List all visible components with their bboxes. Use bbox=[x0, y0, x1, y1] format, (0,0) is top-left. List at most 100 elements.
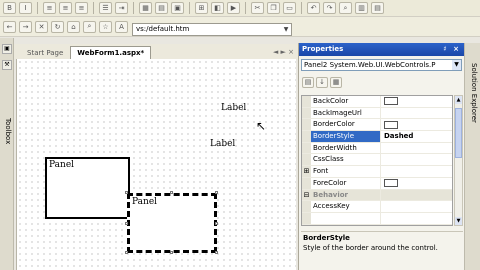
toolbar-separator bbox=[93, 2, 94, 14]
resize-handle[interactable] bbox=[170, 191, 173, 194]
properties-window-controls[interactable]: ♯ × bbox=[443, 43, 464, 56]
toolbar-separator bbox=[37, 2, 38, 14]
tab-webform1[interactable]: WebForm1.aspx* bbox=[70, 46, 152, 59]
forward-arrow-icon[interactable]: → bbox=[19, 20, 32, 33]
property-value[interactable] bbox=[381, 119, 452, 130]
alphabetical-icon[interactable]: ↓ bbox=[316, 76, 328, 88]
scroll-thumb[interactable] bbox=[455, 108, 462, 158]
property-row-font[interactable]: ⊞ Font bbox=[302, 166, 452, 178]
chevron-down-icon[interactable]: ▼ bbox=[452, 60, 461, 70]
italic-icon[interactable]: I bbox=[19, 2, 32, 14]
find-icon[interactable]: ⌕ bbox=[339, 2, 352, 14]
properties-title-bar[interactable]: Properties ♯ × bbox=[299, 43, 464, 56]
toolbox-label[interactable]: Toolbox bbox=[4, 118, 12, 144]
resize-handle[interactable] bbox=[125, 251, 128, 254]
scroll-down-icon[interactable]: ▼ bbox=[455, 217, 462, 225]
row-gutter bbox=[302, 201, 311, 212]
property-name: BackColor bbox=[311, 96, 381, 107]
description-title: BorderStyle bbox=[303, 234, 350, 242]
toolbox-strip[interactable]: ▣ ⚒ Toolbox bbox=[0, 38, 14, 270]
grid-icon[interactable]: ▤ bbox=[155, 2, 168, 14]
solution-icon[interactable]: ▤ bbox=[371, 2, 384, 14]
property-pages-icon[interactable]: ▦ bbox=[330, 76, 342, 88]
font-icon[interactable]: A bbox=[115, 20, 128, 33]
properties-icon[interactable]: ▥ bbox=[355, 2, 368, 14]
align-left-icon[interactable]: ≡ bbox=[43, 2, 56, 14]
table-icon[interactable]: ▦ bbox=[139, 2, 152, 14]
resize-handle[interactable] bbox=[170, 251, 173, 254]
indent-icon[interactable]: ⇥ bbox=[115, 2, 128, 14]
property-value[interactable] bbox=[381, 108, 452, 119]
align-center-icon[interactable]: ≡ bbox=[59, 2, 72, 14]
copy-icon[interactable]: ❐ bbox=[267, 2, 280, 14]
property-row-backcolor[interactable]: BackColor bbox=[302, 96, 452, 108]
redo-icon[interactable]: ↷ bbox=[323, 2, 336, 14]
property-row-empty[interactable] bbox=[302, 212, 452, 225]
property-row-accesskey[interactable]: AccessKey bbox=[302, 201, 452, 213]
property-value[interactable] bbox=[381, 213, 452, 224]
property-row-forecolor[interactable]: ForeColor bbox=[302, 177, 452, 190]
paste-icon[interactable]: ▭ bbox=[283, 2, 296, 14]
list-icon[interactable]: ☰ bbox=[99, 2, 112, 14]
property-category-behavior[interactable]: ⊟ Behavior bbox=[302, 189, 452, 202]
object-selector[interactable]: Panel2 System.Web.UI.WebControls.P ▼ bbox=[301, 59, 462, 71]
solution-explorer-label[interactable]: Solution Explorer bbox=[470, 63, 478, 123]
tab-controls[interactable]: ◄ ► × bbox=[273, 46, 298, 59]
search-icon[interactable]: ⌕ bbox=[83, 20, 96, 33]
refresh-icon[interactable]: ↻ bbox=[51, 20, 64, 33]
property-value[interactable] bbox=[381, 201, 452, 212]
property-row-backimageurl[interactable]: BackImageUrl bbox=[302, 107, 452, 120]
cut-icon[interactable]: ✂ bbox=[251, 2, 264, 14]
bold-icon[interactable]: B bbox=[3, 2, 16, 14]
property-grid-scrollbar[interactable]: ▲ ▼ bbox=[454, 95, 463, 226]
property-grid: BackColor BackImageUrl BorderColor Borde… bbox=[301, 95, 453, 226]
standard-toolbar: B I ≡ ≡ ≡ ☰ ⇥ ▦ ▤ ▣ ⊞ ◧ ▶ ✂ ❐ ▭ ↶ ↷ ⌕ ▥ … bbox=[0, 0, 480, 17]
toolbox-icon[interactable]: ⚒ bbox=[2, 60, 12, 70]
resize-handle[interactable] bbox=[215, 191, 218, 194]
categorized-icon[interactable]: ▤ bbox=[302, 76, 314, 88]
property-row-borderwidth[interactable]: BorderWidth bbox=[302, 142, 452, 155]
property-value[interactable] bbox=[381, 143, 452, 154]
property-value[interactable] bbox=[381, 166, 452, 177]
category-name: Behavior bbox=[311, 189, 381, 201]
property-value[interactable] bbox=[381, 154, 452, 165]
expand-icon[interactable]: ⊞ bbox=[302, 166, 311, 177]
solution-explorer-strip[interactable]: Solution Explorer bbox=[464, 43, 480, 270]
undo-icon[interactable]: ↶ bbox=[307, 2, 320, 14]
row-gutter bbox=[302, 107, 311, 119]
property-value[interactable] bbox=[381, 178, 452, 189]
position-icon[interactable]: ⊞ bbox=[195, 2, 208, 14]
stop-icon[interactable]: ✕ bbox=[35, 20, 48, 33]
favorites-icon[interactable]: ☆ bbox=[99, 20, 112, 33]
property-value[interactable]: Dashed bbox=[381, 131, 452, 142]
resize-handle[interactable] bbox=[215, 251, 218, 254]
address-dropdown-icon[interactable]: ▼ bbox=[281, 24, 291, 35]
panel1-control[interactable]: Panel bbox=[45, 157, 130, 219]
color-swatch bbox=[384, 97, 398, 106]
panel2-control[interactable]: Panel bbox=[127, 193, 217, 253]
forward-icon[interactable]: ▶ bbox=[227, 2, 240, 14]
mouse-cursor-icon: ↖ bbox=[256, 119, 267, 133]
property-name: BorderStyle bbox=[311, 131, 381, 142]
label-control-1[interactable]: Label bbox=[221, 103, 246, 113]
resize-handle[interactable] bbox=[125, 222, 128, 225]
resize-handle[interactable] bbox=[125, 191, 128, 194]
home-icon[interactable]: ⌂ bbox=[67, 20, 80, 33]
address-field[interactable]: vs:/default.htm bbox=[132, 23, 292, 36]
property-row-borderstyle[interactable]: BorderStyle Dashed bbox=[302, 131, 452, 143]
panel1-text: Panel bbox=[49, 160, 75, 170]
lock-icon[interactable]: ◧ bbox=[211, 2, 224, 14]
property-row-cssclass[interactable]: CssClass bbox=[302, 154, 452, 167]
property-row-bordercolor[interactable]: BorderColor bbox=[302, 119, 452, 132]
server-explorer-icon[interactable]: ▣ bbox=[2, 44, 12, 54]
design-surface[interactable]: Label Label ↖ Panel Panel bbox=[16, 59, 296, 270]
image-icon[interactable]: ▣ bbox=[171, 2, 184, 14]
collapse-icon[interactable]: ⊟ bbox=[302, 189, 311, 201]
property-value[interactable] bbox=[381, 96, 452, 107]
scroll-up-icon[interactable]: ▲ bbox=[455, 96, 462, 104]
label-control-2[interactable]: Label bbox=[210, 139, 235, 149]
resize-handle[interactable] bbox=[215, 222, 218, 225]
back-icon[interactable]: ← bbox=[3, 20, 16, 33]
tab-start-page[interactable]: Start Page bbox=[20, 46, 70, 59]
align-right-icon[interactable]: ≡ bbox=[75, 2, 88, 14]
